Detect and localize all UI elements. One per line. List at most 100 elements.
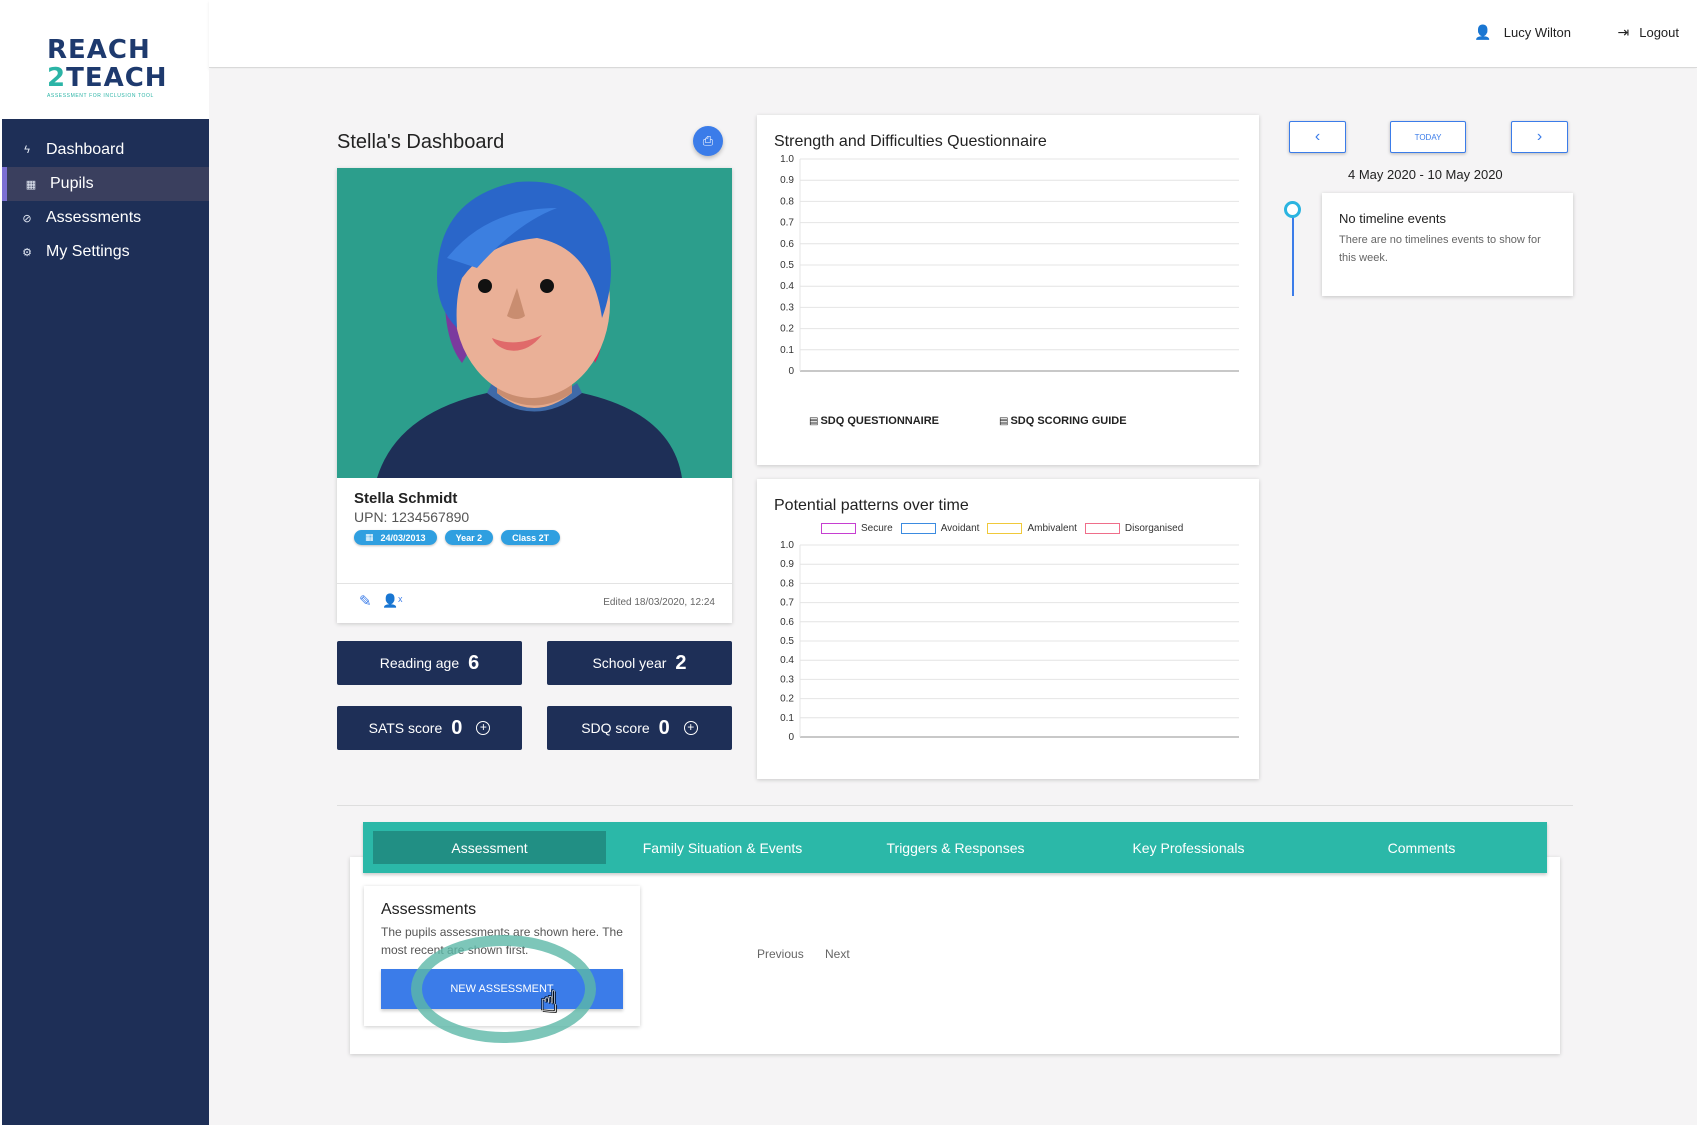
y-tick-label: 0.4 [780,655,794,666]
tab-triggers-responses[interactable]: Triggers & Responses [839,831,1072,864]
y-tick-label: 0.9 [780,175,794,186]
sats-score-stat: SATS score 0 + [337,706,522,750]
y-tick-label: 0.1 [780,345,794,356]
timeline-empty-text: There are no timelines events to show fo… [1339,234,1541,264]
y-tick-label: 0 [788,366,794,377]
sidebar-item-pupils[interactable]: ▦ Pupils [2,167,209,201]
class-badge: Class 2T [501,530,561,545]
user-menu[interactable]: 👤 Lucy Wilton [1474,24,1571,41]
reading-age-label: Reading age [379,655,460,671]
sdq-score-label: SDQ score [581,720,650,736]
dob-value: 24/03/2013 [380,532,426,543]
sidebar-item-dashboard[interactable]: ϟ Dashboard [2,133,209,167]
section-divider [337,805,1573,806]
pupil-badges: ▦ 24/03/2013 Year 2 Class 2T [354,530,561,545]
y-tick-label: 0.7 [780,598,794,609]
y-tick-label: 0.2 [780,694,794,705]
chevron-left-icon: ‹ [1314,128,1321,145]
sidebar-item-assessments[interactable]: ⊘ Assessments [2,201,209,235]
previous-page-link[interactable]: Previous [757,947,804,961]
y-tick-label: 0.1 [780,713,794,724]
sats-score-label: SATS score [368,720,443,736]
profile-card: Stella Schmidt UPN: 1234567890 ▦ 24/03/20… [337,168,732,623]
y-tick-label: 0.7 [780,218,794,229]
legend-label: Avoidant [940,523,980,534]
tab-key-professionals[interactable]: Key Professionals [1072,831,1305,864]
chevron-right-icon: › [1536,128,1543,145]
tab-assessment[interactable]: Assessment [373,831,606,864]
sats-score-value: 0 [451,716,463,739]
timeline-empty-title: No timeline events [1339,211,1446,226]
next-week-button[interactable]: › [1511,121,1568,153]
sdq-scoring-guide-link[interactable]: ▤ SDQ SCORING GUIDE [999,415,1127,427]
reach2teach-logo: REACH 2TEACH ASSESSMENT FOR INCLUSION TO… [47,36,177,99]
sidebar-item-label: My Settings [46,243,130,260]
legend-item-secure[interactable]: Secure [821,523,893,534]
sidebar: ϟ Dashboard ▦ Pupils ⊘ Assessments ⚙ My … [2,119,209,1125]
pdf-icon: ▤ [999,416,1009,427]
tab-comments[interactable]: Comments [1305,831,1538,864]
pdf-icon: ▤ [809,416,819,427]
today-button[interactable]: TODAY [1390,121,1466,153]
previous-week-button[interactable]: ‹ [1289,121,1346,153]
hand-cursor-icon: ☝ [540,986,559,1019]
legend-swatch [987,523,1023,534]
edit-icon[interactable]: ✎ [359,592,372,610]
legend-swatch [1084,523,1120,534]
y-tick-label: 1.0 [780,155,794,165]
y-tick-label: 0.2 [780,324,794,335]
sdq-scoring-guide-label: SDQ SCORING GUIDE [1010,415,1127,427]
timeline-empty-card: No timeline events There are no timeline… [1322,193,1573,296]
logout-label: Logout [1639,25,1679,40]
logo-word: TEACH [66,63,168,93]
page-title: Stella's Dashboard [337,131,505,153]
y-tick-label: 0.8 [780,578,794,589]
tab-bar: Assessment Family Situation & Events Tri… [363,822,1547,873]
sdq-questionnaire-label: SDQ QUESTIONNAIRE [820,415,940,427]
legend-swatch [900,523,936,534]
logout-button[interactable]: ⇥ Logout [1618,24,1680,41]
logo-line1: REACH [47,35,151,65]
patterns-chart-title: Potential patterns over time [774,497,969,514]
legend-label: Disorganised [1124,523,1184,534]
y-tick-label: 0.5 [780,260,794,271]
sidebar-item-label: Assessments [46,209,142,226]
sidebar-item-label: Dashboard [46,141,125,158]
legend-item-ambivalent[interactable]: Ambivalent [987,523,1077,534]
bolt-icon: ϟ [24,144,30,156]
remove-user-icon[interactable]: 👤ˣ [382,593,402,609]
user-name: Lucy Wilton [1503,25,1571,40]
legend-item-disorganised[interactable]: Disorganised [1084,523,1184,534]
calendar-icon: ▦ [25,178,37,191]
timeline-line [1292,208,1294,296]
logo-number: 2 [47,63,67,93]
add-sats-score-icon[interactable]: + [476,721,491,735]
top-bar: 👤 Lucy Wilton ⇥ Logout [209,0,1697,68]
sdq-chart: 1.0 0.9 0.8 0.7 0.6 0.5 0.4 0.3 0.2 0.1 0 [780,155,1239,377]
next-page-link[interactable]: Next [825,947,850,961]
y-tick-label: 0.6 [780,239,794,250]
assessments-title: Assessments [381,901,477,918]
reading-age-value: 6 [468,651,480,674]
tab-family-situation[interactable]: Family Situation & Events [606,831,839,864]
y-tick-label: 0.3 [780,302,794,313]
y-tick-label: 0.8 [780,196,794,207]
chart-legend: Secure Avoidant Ambivalent Disorganised [821,523,1191,534]
sdq-chart-title: Strength and Difficulties Questionnaire [774,133,1047,150]
export-pdf-button[interactable]: ⎙ [693,126,723,156]
avatar-illustration [337,168,732,478]
logo-area: REACH 2TEACH ASSESSMENT FOR INCLUSION TO… [2,0,209,119]
highlight-ring [411,935,596,1043]
user-icon: 👤 [1474,24,1492,40]
calendar-icon: ▦ [365,532,374,542]
reading-age-stat: Reading age 6 [337,641,522,685]
y-tick-label: 0 [788,732,794,743]
timeline-dot [1284,201,1301,218]
add-sdq-score-icon[interactable]: + [683,721,698,735]
sdq-questionnaire-link[interactable]: ▤ SDQ QUESTIONNAIRE [809,415,939,427]
sdq-score-stat: SDQ score 0 + [547,706,732,750]
year-badge: Year 2 [444,530,494,545]
legend-item-avoidant[interactable]: Avoidant [900,523,980,534]
sidebar-item-my-settings[interactable]: ⚙ My Settings [2,235,209,269]
logo-line2: 2TEACH [47,64,177,92]
